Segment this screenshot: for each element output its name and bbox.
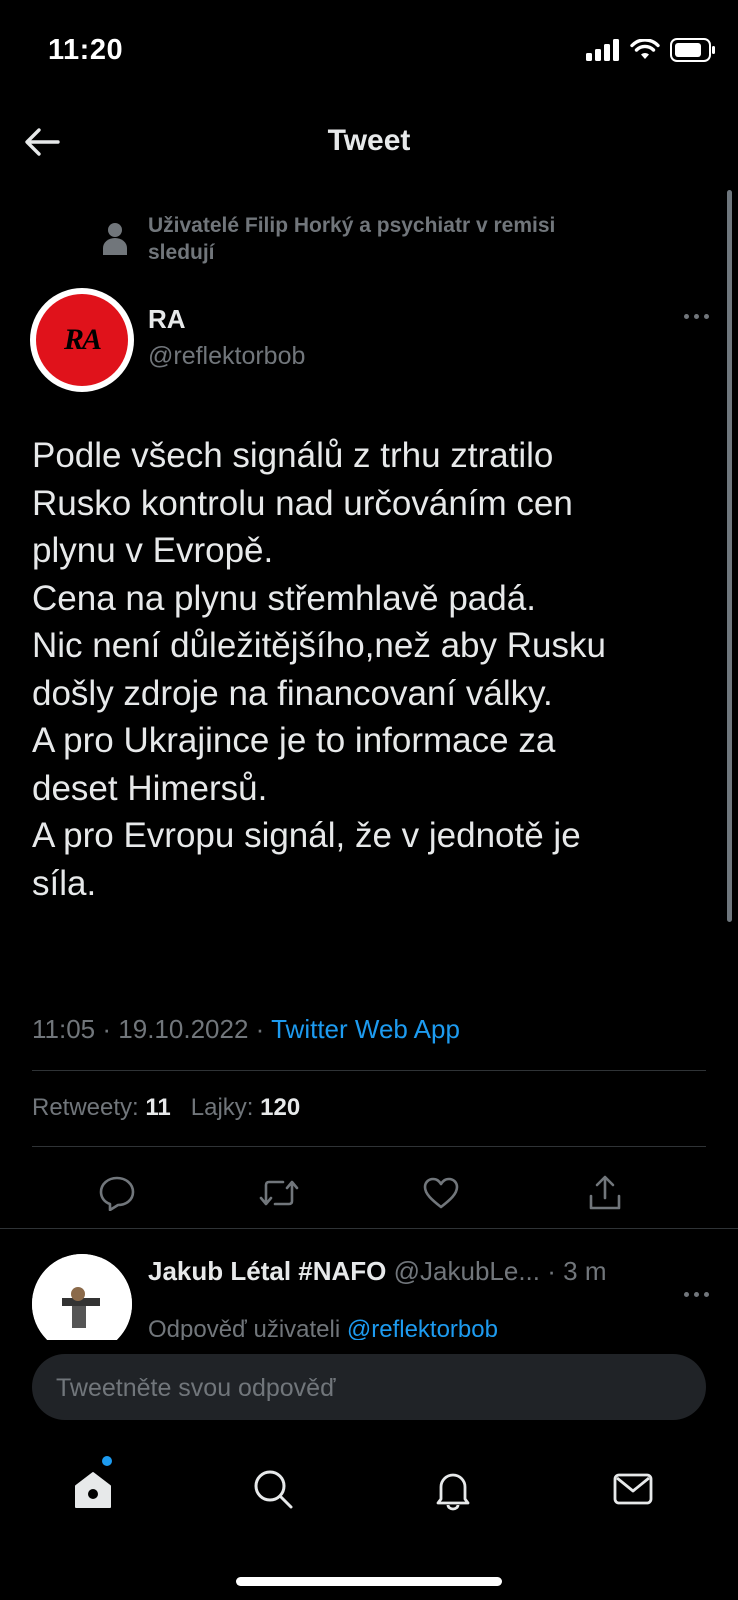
signal-icon: [586, 39, 619, 61]
more-icon-dot: [693, 313, 699, 319]
person-icon: [103, 223, 127, 255]
home-notification-dot: [102, 1456, 112, 1466]
tweet-meta: 11:05 · 19.10.2022 · Twitter Web App: [32, 1014, 460, 1045]
search-icon: [254, 1470, 293, 1509]
divider: [0, 1228, 738, 1229]
retweets-count: 11: [145, 1094, 171, 1121]
tweet-line: deset Himersů.: [32, 768, 268, 808]
wifi-icon: [630, 39, 660, 59]
tweet-line: Nic není důležitějšího,než aby Rusku: [32, 626, 606, 665]
reply-to-label: Odpověď uživateli: [148, 1316, 341, 1343]
more-icon-dot: [693, 1291, 699, 1297]
likes-stat[interactable]: Lajky: 120: [191, 1094, 300, 1121]
tweet-line: síla.: [32, 863, 97, 903]
like-icon: [423, 1177, 459, 1209]
reply-icon: [99, 1176, 135, 1211]
tweet-line: Podle všech signálů z trhu ztratilo: [32, 436, 554, 475]
tweet-line: Cena na plynu střemhlavě padá.: [32, 578, 536, 618]
author-handle[interactable]: @reflektorbob: [148, 342, 305, 371]
compose-placeholder: Tweetněte svou odpověď: [56, 1374, 336, 1402]
avatar-logo: RA: [36, 294, 128, 386]
tweet-date: 19.10.2022: [118, 1014, 249, 1044]
author-name[interactable]: RA: [148, 304, 186, 335]
scrollbar[interactable]: [727, 190, 732, 922]
retweets-label: Retweety:: [32, 1094, 139, 1121]
status-icons: [586, 38, 716, 62]
status-time: 11:20: [48, 34, 124, 66]
retweet-button[interactable]: [254, 1168, 304, 1218]
tweet-time: 11:05: [32, 1014, 96, 1044]
reply-button[interactable]: [92, 1168, 142, 1218]
notifications-icon: [436, 1473, 470, 1511]
avatar-logo-text: RA: [63, 323, 102, 356]
like-button[interactable]: [416, 1168, 466, 1218]
tweet-text: Podle všech signálů z trhu ztratilo Rusk…: [32, 432, 722, 907]
social-context-text: Uživatelé Filip Horký a psychiatr v remi…: [148, 214, 556, 264]
retweet-icon: [259, 1180, 299, 1206]
more-icon-dot: [703, 1291, 709, 1297]
tweet-source-link[interactable]: Twitter Web App: [271, 1014, 460, 1044]
share-icon: [589, 1175, 621, 1210]
reply-to-handle-link[interactable]: @reflektorbob: [347, 1316, 498, 1343]
tab-home[interactable]: [66, 1462, 120, 1516]
tweet-line: došly zdroje na financovaní války.: [32, 673, 553, 713]
more-icon-dot: [703, 313, 709, 319]
messages-icon: [613, 1473, 653, 1505]
tweet-line: plynu v Evropě.: [32, 531, 274, 570]
home-indicator[interactable]: [236, 1577, 502, 1586]
reply-time: 3 m: [563, 1256, 607, 1286]
tweet-line: A pro Ukrajince je to informace za: [32, 721, 556, 760]
tweet-line: Rusko kontrolu nad určováním cen: [32, 483, 573, 523]
battery-icon: [670, 38, 715, 62]
retweets-stat[interactable]: Retweety: 11: [32, 1094, 171, 1121]
home-icon: [75, 1472, 111, 1508]
reply-avatar-image: [32, 1254, 132, 1354]
tab-search[interactable]: [246, 1462, 300, 1516]
tab-messages[interactable]: [606, 1462, 660, 1516]
meta-separator: ·: [255, 1014, 265, 1044]
more-icon: [683, 313, 689, 319]
divider: [32, 1146, 706, 1147]
tweet-stats: Retweety: 11 Lajky: 120: [32, 1094, 300, 1122]
reply-author-name: Jakub Létal #NAFO: [148, 1256, 387, 1286]
more-icon: [683, 1291, 689, 1297]
reply-author-handle: @JakubLe...: [393, 1256, 541, 1286]
reply-avatar[interactable]: [32, 1254, 132, 1354]
reply-header[interactable]: Jakub Létal #NAFO @JakubLe... · 3 m: [148, 1256, 607, 1287]
likes-label: Lajky:: [190, 1094, 254, 1121]
likes-count: 120: [260, 1094, 301, 1121]
more-options-button[interactable]: [676, 306, 716, 326]
reply-more-options-button[interactable]: [676, 1284, 716, 1304]
tweet-line: A pro Evropu signál, že v jednotě je: [32, 816, 581, 855]
meta-separator: ·: [547, 1256, 556, 1286]
share-button[interactable]: [580, 1168, 630, 1218]
meta-separator: ·: [102, 1014, 112, 1044]
author-avatar[interactable]: RA: [30, 288, 134, 392]
page-title: Tweet: [327, 124, 411, 157]
divider: [32, 1070, 706, 1071]
tab-notifications[interactable]: [426, 1462, 480, 1516]
